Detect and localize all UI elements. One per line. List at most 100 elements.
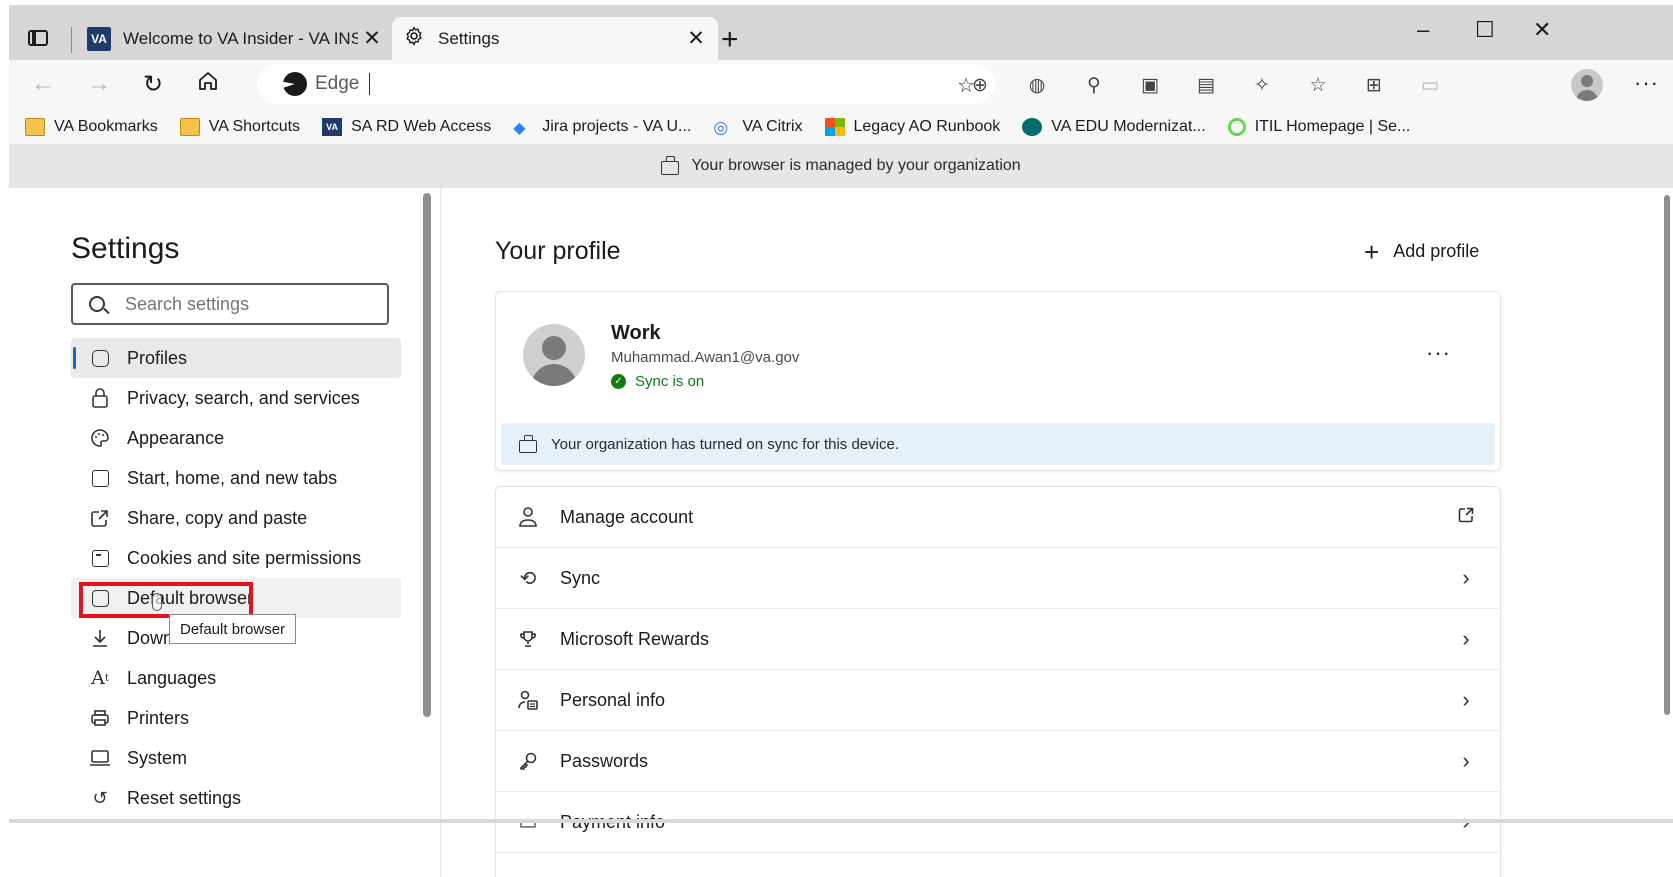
tooltip: Default browser: [169, 614, 297, 644]
sidebar-item-printers[interactable]: Printers: [71, 698, 401, 738]
menu-item-sync[interactable]: ⟲ Sync ›: [496, 548, 1500, 609]
reset-icon: ↺: [92, 787, 108, 808]
sync-status-text: Sync is on: [635, 373, 705, 390]
sidebar-item-reset[interactable]: ↺ Reset settings: [71, 778, 401, 818]
add-profile-label: Add profile: [1393, 241, 1480, 261]
sidebar-item-label: Cookies and site permissions: [127, 547, 362, 568]
favorite-jira-projects[interactable]: ◆ Jira projects - VA U...: [513, 118, 692, 137]
sidebar-item-appearance[interactable]: Appearance: [71, 418, 401, 458]
sidebar-item-label: Privacy, search, and services: [127, 387, 360, 408]
outlook-icon[interactable]: ▤: [1193, 73, 1219, 97]
forward-button[interactable]: →: [87, 70, 111, 98]
minimize-button[interactable]: –: [1417, 17, 1429, 43]
tab-settings[interactable]: Settings ✕: [392, 17, 718, 60]
menu-item-microsoft-rewards[interactable]: Microsoft Rewards ›: [496, 609, 1500, 670]
tab-actions-button[interactable]: [23, 23, 53, 53]
sharepoint-icon: [1022, 118, 1043, 136]
avatar: [523, 324, 585, 386]
briefcase-icon: [661, 156, 680, 175]
profile-card: Work Muhammad.Awan1@va.gov ✓ Sync is on …: [495, 291, 1501, 471]
address-bar[interactable]: Edge ☆: [257, 64, 995, 104]
ie-mode-icon[interactable]: ▭: [1417, 73, 1443, 97]
home-icon: [199, 72, 217, 90]
folder-icon: [25, 118, 45, 136]
window-bottom-edge: [9, 819, 1673, 823]
sidebar-item-share[interactable]: Share, copy and paste: [71, 498, 401, 538]
section-title: Your profile: [495, 237, 621, 265]
search-input[interactable]: [125, 293, 365, 315]
search-box[interactable]: [71, 283, 389, 325]
menu-item-personal-info[interactable]: Personal info ›: [496, 670, 1500, 731]
favorite-va-citrix[interactable]: ◎ VA Citrix: [713, 118, 803, 137]
favorite-label: Jira projects - VA U...: [542, 118, 692, 135]
favorite-va-shortcuts[interactable]: VA Shortcuts: [179, 118, 301, 136]
close-tab-button[interactable]: ✕: [358, 26, 386, 51]
org-sync-banner: Your organization has turned on sync for…: [501, 423, 1495, 465]
maximize-button[interactable]: ☐: [1475, 17, 1495, 43]
favorite-sa-rd-web-access[interactable]: VA SA RD Web Access: [322, 118, 491, 136]
trophy-icon: [516, 627, 540, 651]
menu-item-label: Passwords: [560, 750, 649, 771]
sidebar-item-label: Reset settings: [127, 787, 242, 808]
sidebar-item-languages[interactable]: At Languages: [71, 658, 401, 698]
folder-icon: [179, 118, 200, 136]
favorite-itil-homepage[interactable]: ITIL Homepage | Se...: [1227, 118, 1410, 136]
menu-item-passwords[interactable]: Passwords ›: [496, 731, 1500, 792]
sidebar-item-profiles[interactable]: Profiles: [71, 338, 401, 378]
menu-item-label: Manage account: [560, 506, 694, 527]
profile-avatar-button[interactable]: [1571, 69, 1603, 101]
new-tab-button[interactable]: +: [721, 25, 739, 55]
settings-sidebar: Settings Profiles Privacy, search, and s…: [9, 188, 441, 877]
main-scrollbar[interactable]: [1664, 195, 1670, 715]
app-icon[interactable]: ▣: [1137, 73, 1163, 97]
sync-icon: ⟲: [519, 567, 537, 590]
extension-icon[interactable]: ◍: [1024, 73, 1050, 97]
sync-status: ✓ Sync is on: [611, 373, 704, 390]
extensions-icon[interactable]: ✧: [1249, 73, 1275, 97]
sidebar-item-start-home[interactable]: Start, home, and new tabs: [71, 458, 401, 498]
translate-icon[interactable]: ⊕: [967, 73, 993, 97]
settings-more-button[interactable]: ···: [1634, 70, 1659, 96]
favorite-label: VA Shortcuts: [208, 118, 301, 135]
favorite-label: VA Citrix: [742, 118, 803, 135]
gear-icon: [404, 26, 424, 51]
tab-title: Settings: [438, 28, 500, 48]
profiles-icon: [89, 347, 111, 369]
favorite-label: SA RD Web Access: [351, 118, 492, 135]
refresh-button[interactable]: ↻: [143, 70, 163, 99]
chevron-right-icon: ›: [1462, 626, 1470, 651]
mouse-cursor: [152, 593, 162, 611]
add-profile-button[interactable]: + Add profile: [1364, 239, 1480, 265]
tab-va-insider[interactable]: VA Welcome to VA Insider - VA INSIDER ✕: [79, 17, 394, 60]
sidebar-item-privacy[interactable]: Privacy, search, and services: [71, 378, 401, 418]
sidebar-item-label: System: [127, 747, 188, 768]
menu-item-manage-account[interactable]: Manage account: [496, 487, 1500, 548]
key-icon[interactable]: ⚲: [1081, 73, 1107, 97]
chevron-right-icon: ›: [1462, 687, 1470, 712]
profile-more-button[interactable]: ···: [1426, 340, 1451, 366]
va-logo-icon: VA: [87, 26, 111, 51]
sidebar-item-system[interactable]: System: [71, 738, 401, 778]
page-title: Settings: [71, 232, 180, 265]
check-icon: ✓: [611, 374, 626, 389]
back-button[interactable]: ←: [31, 70, 55, 98]
collections-icon[interactable]: ⊞: [1361, 73, 1387, 97]
browser-toolbar: ← → ↻ Edge ☆ ⊕ ◍ ⚲ ▣ ▤ ✧ ☆ ⊞ ▭ ···: [9, 60, 1673, 110]
sidebar-item-cookies[interactable]: Cookies and site permissions: [71, 538, 401, 578]
lock-icon: [89, 387, 111, 409]
settings-nav-list: Profiles Privacy, search, and services A…: [71, 338, 401, 818]
favorite-va-edu-modernization[interactable]: VA EDU Modernizat...: [1022, 118, 1206, 136]
favorite-va-bookmarks[interactable]: VA Bookmarks: [25, 118, 158, 136]
chevron-right-icon: ›: [1462, 748, 1470, 773]
close-tab-button[interactable]: ✕: [682, 26, 710, 51]
personal-info-icon: [516, 688, 540, 712]
favorite-legacy-ao-runbook[interactable]: Legacy AO Runbook: [824, 118, 1001, 136]
managed-notice-bar: Your browser is managed by your organiza…: [9, 144, 1673, 188]
sidebar-scrollbar[interactable]: [423, 193, 431, 717]
languages-icon: At: [91, 667, 109, 689]
close-window-button[interactable]: ✕: [1533, 17, 1551, 43]
favorites-icon[interactable]: ☆: [1305, 73, 1331, 97]
profile-name: Work: [611, 322, 661, 344]
home-button[interactable]: [197, 70, 219, 99]
favorite-label: Legacy AO Runbook: [853, 118, 1001, 135]
